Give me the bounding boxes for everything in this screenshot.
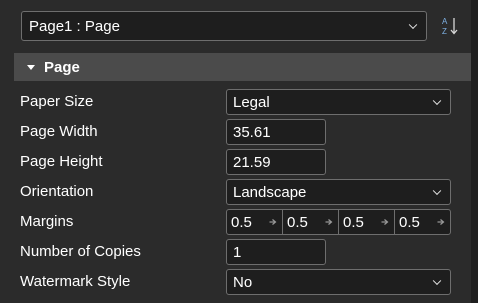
orientation-value: Landscape bbox=[233, 183, 307, 201]
properties-panel: Page1 : Page A Z Page Paper Size Legal P… bbox=[0, 0, 478, 303]
sort-alphabetical-button[interactable]: A Z bbox=[437, 13, 463, 39]
chevron-down-icon bbox=[432, 276, 442, 286]
page-width-input[interactable]: 35.61 bbox=[226, 119, 326, 145]
category-label: Page bbox=[44, 58, 80, 76]
object-selector-value: Page1 : Page bbox=[29, 17, 120, 35]
watermark-style-dropdown[interactable]: No bbox=[226, 269, 451, 295]
property-label: Watermark Style bbox=[20, 273, 131, 290]
watermark-value: No bbox=[233, 273, 253, 291]
object-selector-dropdown[interactable]: Page1 : Page bbox=[21, 11, 427, 41]
margin-value: 0.5 bbox=[399, 213, 420, 231]
property-row-page-height: Page Height 21.59 bbox=[14, 147, 471, 177]
margin-bottom-input[interactable]: 0.5 bbox=[395, 210, 450, 234]
triangle-down-icon[interactable] bbox=[27, 64, 35, 70]
property-row-watermark: Watermark Style No bbox=[14, 267, 471, 297]
page-width-value: 35.61 bbox=[233, 123, 271, 141]
arrow-right-icon bbox=[437, 218, 445, 226]
category-header-page[interactable]: Page bbox=[14, 53, 471, 81]
chevron-down-icon bbox=[432, 96, 442, 106]
arrow-right-icon bbox=[269, 218, 277, 226]
property-label: Orientation bbox=[20, 183, 94, 200]
arrow-right-icon bbox=[381, 218, 389, 226]
property-label: Margins bbox=[20, 213, 74, 230]
chevron-down-icon bbox=[408, 20, 418, 30]
margins-editor: 0.5 0.5 0.5 0.5 bbox=[226, 209, 451, 235]
svg-text:Z: Z bbox=[442, 27, 447, 36]
property-row-paper-size: Paper Size Legal bbox=[14, 87, 471, 117]
margin-value: 0.5 bbox=[287, 213, 308, 231]
arrow-right-icon bbox=[325, 218, 333, 226]
property-row-margins: Margins 0.5 0.5 0.5 0.5 bbox=[14, 207, 471, 237]
panel-edge bbox=[471, 0, 478, 303]
orientation-dropdown[interactable]: Landscape bbox=[226, 179, 451, 205]
paper-size-value: Legal bbox=[233, 93, 270, 111]
page-height-value: 21.59 bbox=[233, 153, 271, 171]
margin-value: 0.5 bbox=[231, 213, 252, 231]
paper-size-dropdown[interactable]: Legal bbox=[226, 89, 451, 115]
property-label: Page Height bbox=[20, 153, 103, 170]
property-row-copies: Number of Copies 1 bbox=[14, 237, 471, 267]
property-label: Page Width bbox=[20, 123, 98, 140]
property-label: Number of Copies bbox=[20, 243, 141, 260]
property-row-orientation: Orientation Landscape bbox=[14, 177, 471, 207]
chevron-down-icon bbox=[432, 186, 442, 196]
margin-left-input[interactable]: 0.5 bbox=[227, 210, 283, 234]
margin-value: 0.5 bbox=[343, 213, 364, 231]
margin-top-input[interactable]: 0.5 bbox=[283, 210, 339, 234]
sort-alphabetical-icon: A Z bbox=[442, 17, 458, 36]
copies-input[interactable]: 1 bbox=[226, 239, 326, 265]
margin-right-input[interactable]: 0.5 bbox=[339, 210, 395, 234]
property-row-page-width: Page Width 35.61 bbox=[14, 117, 471, 147]
svg-text:A: A bbox=[442, 17, 448, 26]
property-label: Paper Size bbox=[20, 93, 94, 110]
copies-value: 1 bbox=[233, 243, 242, 261]
page-height-input[interactable]: 21.59 bbox=[226, 149, 326, 175]
